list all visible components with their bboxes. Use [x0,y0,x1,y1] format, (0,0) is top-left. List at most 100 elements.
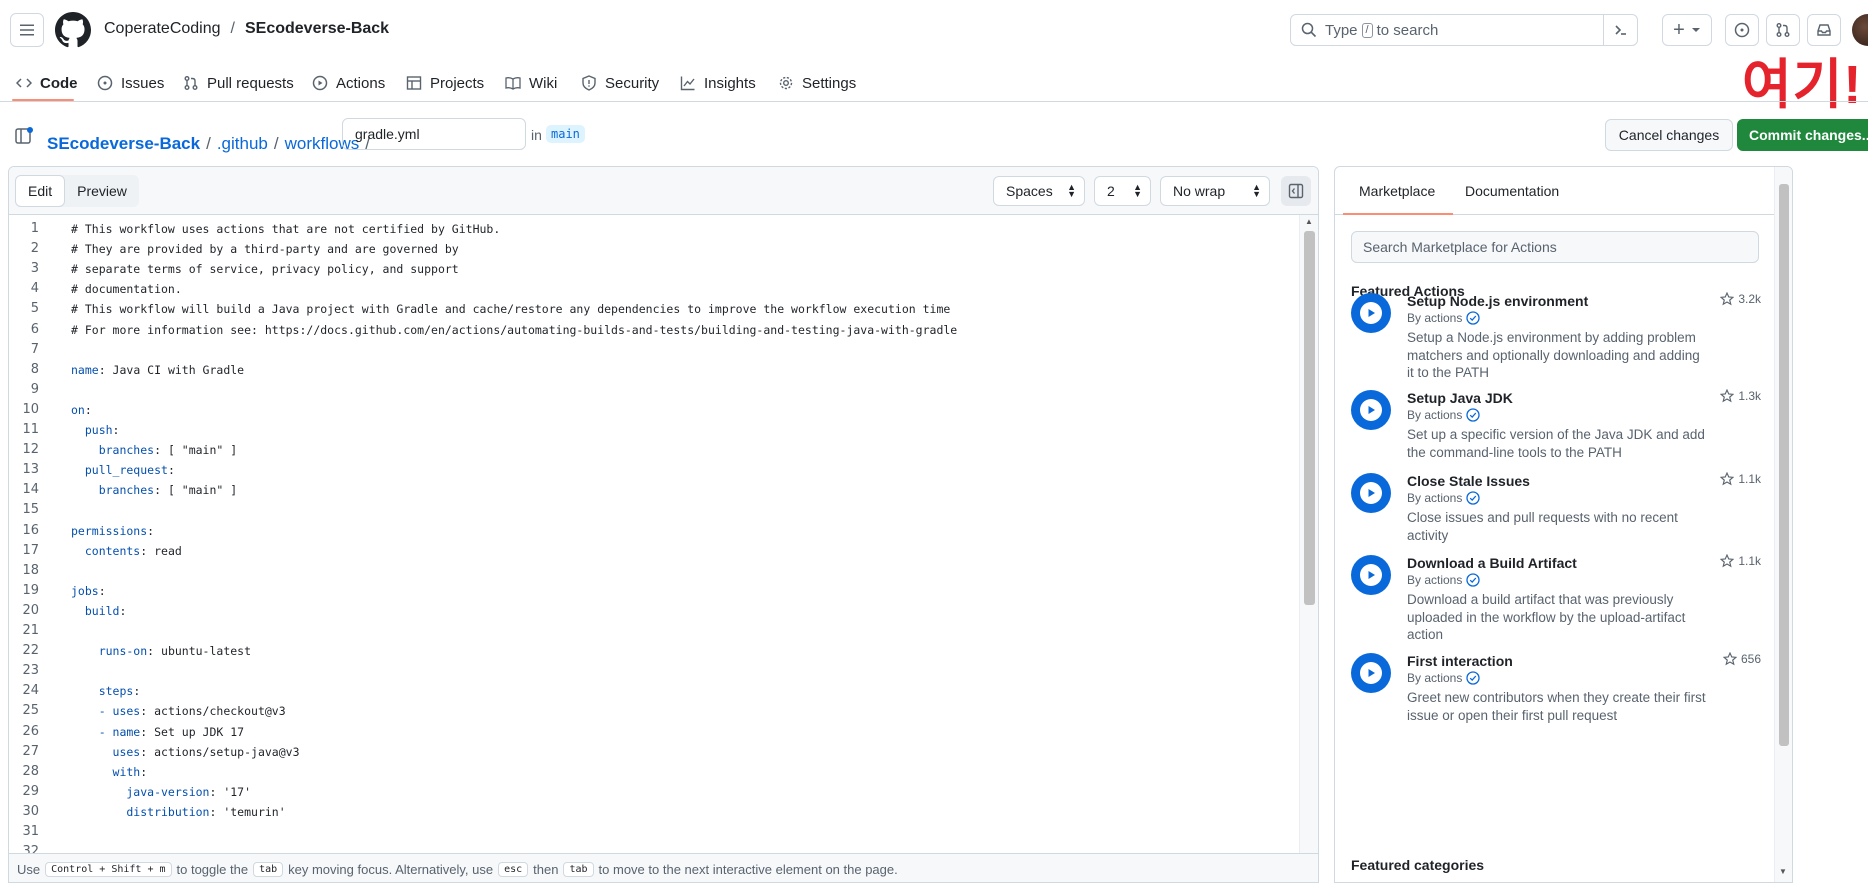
tab-insights[interactable]: Insights [680,68,756,98]
code-line[interactable]: 16 permissions: [9,521,1299,541]
code-line[interactable]: 5 # This workflow will build a Java proje… [9,299,1299,319]
action-item[interactable]: Download a Build Artifact By actions Downl… [1351,554,1761,642]
code-line[interactable]: 10 on: [9,400,1299,420]
line-number: 6 [30,321,39,337]
code-line[interactable]: 3 # separate terms of service, privacy po… [9,259,1299,279]
tab-label: Code [40,74,78,92]
yaml-value: : [84,402,92,417]
marketplace-panel: Marketplace Documentation Search Marketp… [1334,166,1793,883]
action-title[interactable]: Setup Java JDK [1407,390,1513,406]
action-title[interactable]: Close Stale Issues [1407,473,1530,489]
editor-scrollbar[interactable]: ▲ [1299,215,1318,853]
wrap-mode-select[interactable]: No wrap ▲ ▼ [1160,176,1270,206]
commit-changes-button[interactable]: Commit changes... [1737,119,1868,151]
indent-mode-select[interactable]: Spaces ▲ ▼ [993,176,1085,206]
tab-code[interactable]: Code [16,68,78,98]
marketplace-search-input[interactable]: Search Marketplace for Actions [1351,231,1759,263]
code-line[interactable]: 29 java-version: '17' [9,782,1299,802]
play-icon [312,75,328,91]
command-palette-button[interactable] [1603,14,1637,46]
code-line[interactable]: 26 - name: Set up JDK 17 [9,722,1299,742]
action-item[interactable]: Close Stale Issues By actions Close issues… [1351,472,1761,553]
line-number: 16 [22,522,39,538]
yaml-value: # For more information see: https://docs… [71,322,958,337]
tab-projects[interactable]: Projects [406,68,484,98]
code-line[interactable]: 28 with: [9,762,1299,782]
yaml-key: - uses [71,704,141,719]
scroll-down-icon[interactable]: ▼ [1779,867,1787,876]
action-play-icon [1351,555,1391,595]
code-line[interactable]: 17 contents: read [9,541,1299,561]
code-line[interactable]: 7 [9,340,1299,360]
repo-link[interactable]: SEcodeverse-Back [245,20,389,38]
code-line[interactable]: 8 name: Java CI with Gradle [9,360,1299,380]
tab-security[interactable]: Security [581,68,659,98]
code-line[interactable]: 14 branches: [ "main" ] [9,480,1299,500]
tab-edit[interactable]: Edit [15,175,66,207]
filename-input[interactable]: gradle.yml [342,118,526,150]
code-line[interactable]: 24 steps: [9,681,1299,701]
code-line[interactable]: 20 build: [9,601,1299,621]
line-content: branches: [ "main" ] [71,440,238,460]
code-line[interactable]: 15 [9,500,1299,520]
code-line[interactable]: 18 [9,561,1299,581]
global-search-input[interactable]: Type / to search [1290,14,1638,46]
sidebar-panel-toggle-button[interactable] [1281,176,1311,206]
tab-preview[interactable]: Preview [65,175,139,207]
code-line[interactable]: 1 # This workflow uses actions that are n… [9,219,1299,239]
owner-link[interactable]: CoperateCoding [104,20,221,38]
scroll-up-icon[interactable]: ▲ [1305,217,1313,226]
chevron-down-icon [1691,28,1700,32]
action-title[interactable]: Download a Build Artifact [1407,555,1577,571]
code-line[interactable]: 25 - uses: actions/checkout@v3 [9,701,1299,721]
indent-size-select[interactable]: 2 ▲ ▼ [1094,176,1151,206]
code-line[interactable]: 31 [9,822,1299,842]
edit-preview-toggle: Edit Preview [15,175,139,207]
code-line[interactable]: 11 push: [9,420,1299,440]
github-logo-icon[interactable] [55,12,91,48]
cancel-changes-button[interactable]: Cancel changes [1605,119,1733,151]
code-line[interactable]: 4 # documentation. [9,279,1299,299]
code-line[interactable]: 13 pull_request: [9,460,1299,480]
menu-button[interactable] [10,13,44,47]
create-new-button[interactable]: + [1662,14,1712,46]
yaml-key: with [71,764,141,779]
star-icon [1720,472,1735,486]
tab-settings[interactable]: Settings [778,68,856,98]
code-line[interactable]: 27 uses: actions/setup-java@v3 [9,742,1299,762]
tab-pull-requests[interactable]: Pull requests [183,68,294,98]
action-title[interactable]: Setup Node.js environment [1407,293,1588,309]
action-title[interactable]: First interaction [1407,653,1513,669]
scrollbar-thumb[interactable] [1304,231,1315,605]
code-line[interactable]: 30 distribution: 'temurin' [9,802,1299,822]
issue-icon [97,75,113,91]
breadcrumb-repo-link[interactable]: SEcodeverse-Back [47,134,200,154]
scrollbar-thumb[interactable] [1779,184,1789,746]
code-line[interactable]: 2 # They are provided by a third-party an… [9,239,1299,259]
tab-issues[interactable]: Issues [97,68,164,98]
line-content: steps: [71,681,141,701]
code-line[interactable]: 19 jobs: [9,581,1299,601]
action-item[interactable]: Setup Java JDK By actions Set up a specifi… [1351,389,1761,470]
tab-documentation[interactable]: Documentation [1465,183,1559,199]
code-line[interactable]: 9 [9,380,1299,400]
editor-toolbar: Edit Preview Spaces ▲ ▼ 2 ▲ ▼ No wrap ▲ ▼ [9,167,1318,215]
code-line[interactable]: 6 # For more information see: https://doc… [9,320,1299,340]
code-lines[interactable]: 1 # This workflow uses actions that are n… [9,215,1299,859]
file-tree-toggle-icon[interactable] [14,126,34,146]
code-line[interactable]: 22 runs-on: ubuntu-latest [9,641,1299,661]
yaml-key: pull_request [71,463,168,478]
action-item[interactable]: First interaction By actions Greet new con… [1351,652,1761,733]
code-line[interactable]: 12 branches: [ "main" ] [9,440,1299,460]
action-item[interactable]: Setup Node.js environment By actions Setup… [1351,292,1761,380]
action-author: By actions [1407,491,1481,505]
tab-wiki[interactable]: Wiki [505,68,557,98]
tab-actions[interactable]: Actions [312,68,385,98]
code-line[interactable]: 23 [9,661,1299,681]
gear-icon [779,76,793,90]
breadcrumb-github-link[interactable]: .github [217,134,268,154]
marketplace-scrollbar[interactable]: ▼ [1774,167,1792,882]
code-line[interactable]: 21 [9,621,1299,641]
action-description: Download a build artifact that was previ… [1407,592,1686,642]
tab-marketplace[interactable]: Marketplace [1359,183,1435,199]
